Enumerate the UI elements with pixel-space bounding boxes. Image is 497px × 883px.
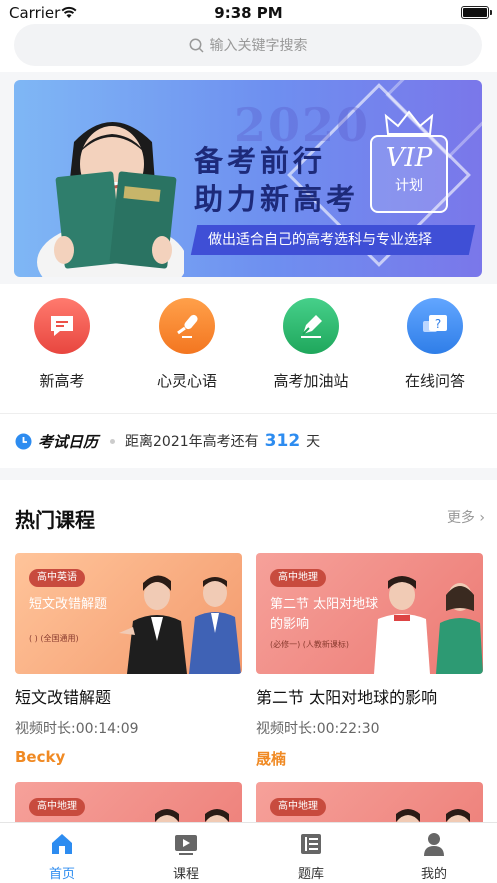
course-thumbnail: 高中英语 短文改错解题 ( ) (全国通用)	[15, 553, 242, 674]
section-gap	[0, 468, 497, 480]
promo-banner[interactable]: 2020 VIP 计划 备考前行 助力新高考 做出适合自己的高考选科与专业选择	[14, 80, 482, 277]
clock: 9:38 PM	[214, 4, 283, 22]
quick-item-label: 高考加油站	[273, 372, 349, 390]
home-icon	[22, 831, 102, 857]
tab-label: 题库	[297, 867, 324, 882]
banner-headline-1: 备考前行	[194, 144, 327, 178]
chevron-right-icon: ›	[479, 510, 485, 526]
search-placeholder: 输入关键字搜索	[209, 38, 308, 54]
course-duration: 视频时长:00:22:30	[256, 721, 380, 737]
course-title: 短文改错解题	[15, 688, 112, 707]
course-title: 第二节 太阳对地球的影响	[256, 688, 438, 707]
tab-label: 我的	[420, 867, 447, 882]
calendar-title: 考试日历	[38, 432, 99, 451]
section-title: 热门课程	[15, 508, 95, 532]
search-input[interactable]: 输入关键字搜索	[14, 24, 482, 66]
quick-item-online-qa[interactable]: ? 在线问答	[380, 298, 490, 391]
play-icon	[146, 831, 226, 857]
tab-courses[interactable]: 课程	[146, 831, 226, 882]
quick-item-label: 新高考	[39, 372, 85, 390]
quick-menu: 新高考 心灵心语 高考加油站 ? 在线问答	[0, 292, 497, 410]
status-bar: Carrier 9:38 PM	[0, 0, 497, 26]
tab-mine[interactable]: 我的	[394, 831, 474, 882]
more-link[interactable]: 更多 ›	[447, 507, 485, 527]
pen-icon	[283, 298, 339, 354]
quick-item-label: 在线问答	[404, 372, 465, 390]
tab-label: 首页	[48, 867, 75, 882]
thumbnail-subtitle: (必修一) (人教新课标)	[270, 640, 350, 649]
vip-badge: VIP 计划	[370, 135, 448, 213]
subject-tag: 高中地理	[29, 798, 85, 816]
course-duration: 视频时长:00:14:09	[15, 721, 139, 737]
more-label: 更多	[446, 510, 475, 526]
course-thumbnail: 高中地理 第二节 太阳对地球的影响 (必修一) (人教新课标)	[256, 553, 483, 674]
user-icon	[394, 831, 474, 857]
quick-item-mind-talk[interactable]: 心灵心语	[132, 298, 242, 391]
countdown-suffix: 天	[306, 434, 321, 450]
teacher-photo	[374, 576, 483, 674]
banner-ribbon: 做出适合自己的高考选科与专业选择	[190, 225, 476, 255]
tab-question-bank[interactable]: 题库	[271, 831, 351, 882]
quick-item-label: 心灵心语	[156, 372, 217, 390]
course-teacher: 晟楠	[256, 750, 287, 768]
vip-subtitle: 计划	[395, 178, 423, 194]
search-icon	[189, 38, 204, 53]
subject-tag: 高中地理	[270, 798, 326, 816]
vip-title: VIP	[385, 143, 433, 173]
countdown-days: 312	[264, 431, 301, 451]
subject-tag: 高中英语	[29, 569, 85, 587]
microphone-icon	[159, 298, 215, 354]
clock-icon	[15, 433, 32, 449]
question-icon: ?	[407, 298, 463, 354]
crown-icon	[384, 110, 434, 135]
quick-item-cheer-station[interactable]: 高考加油站	[256, 298, 366, 391]
banner-ribbon-text: 做出适合自己的高考选科与专业选择	[208, 232, 432, 248]
banner-headline-2: 助力新高考	[194, 182, 360, 216]
separator-dot	[110, 438, 116, 444]
message-icon	[34, 298, 90, 354]
svg-text:?: ?	[435, 317, 441, 331]
battery-icon	[461, 6, 492, 19]
exam-calendar-strip[interactable]: 考试日历 距离2021年高考还有 312 天	[0, 414, 497, 468]
banner-section: 2020 VIP 计划 备考前行 助力新高考 做出适合自己的高考选科与专业选择	[0, 72, 497, 284]
student-reading-illustration	[37, 122, 184, 277]
book-icon	[271, 831, 351, 857]
course-card[interactable]: 高中地理 第二节 太阳对地球的影响 (必修一) (人教新课标) 第二节 太阳对地…	[256, 553, 483, 769]
subject-tag: 高中地理	[270, 569, 326, 587]
teacher-photo	[119, 575, 241, 674]
tab-label: 课程	[172, 867, 199, 882]
course-card[interactable]: 高中英语 短文改错解题 ( ) (全国通用) 短文改错解题 视频时长:00:14…	[15, 553, 242, 766]
countdown-prefix: 距离2021年高考还有	[125, 434, 259, 450]
course-teacher: Becky	[15, 748, 66, 766]
thumbnail-subtitle: ( ) (全国通用)	[29, 634, 79, 643]
tab-home[interactable]: 首页	[22, 831, 102, 882]
quick-item-new-gaokao[interactable]: 新高考	[7, 298, 117, 391]
bottom-tab-bar: 首页 课程 题库 我的	[0, 822, 497, 883]
